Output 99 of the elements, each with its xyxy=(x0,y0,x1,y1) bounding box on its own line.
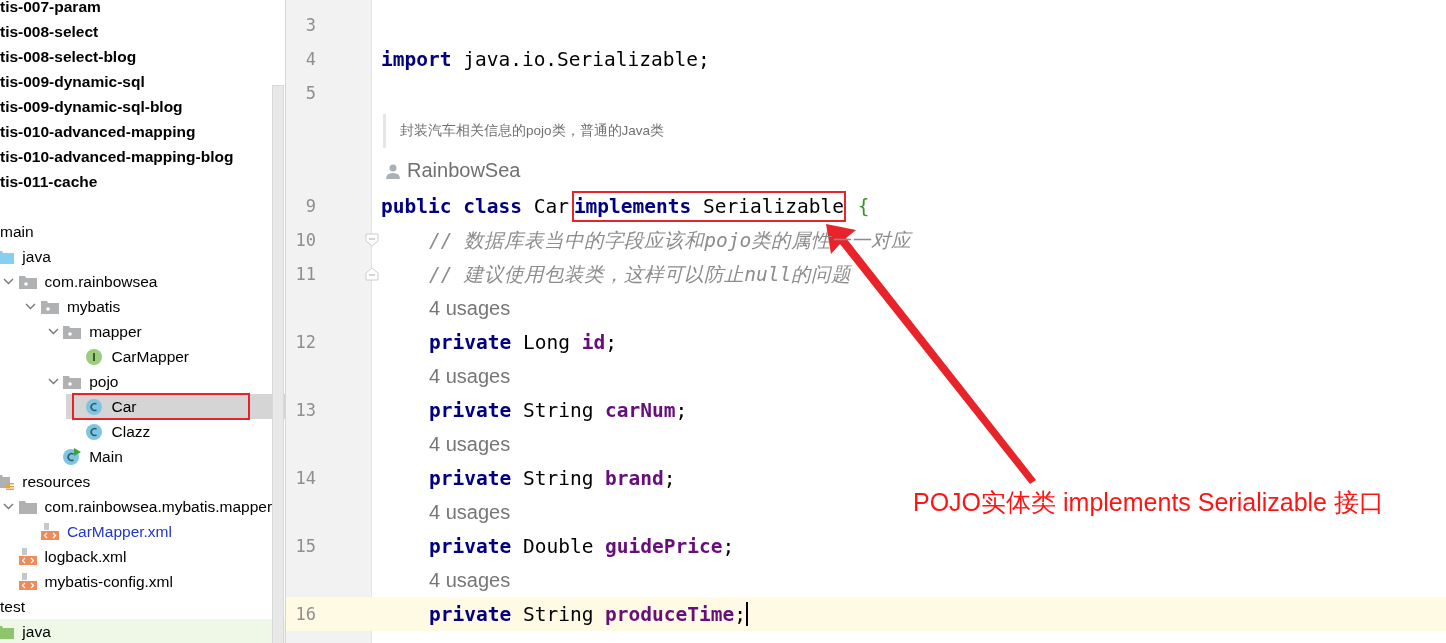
code-text: String xyxy=(521,466,595,490)
folder-icon xyxy=(0,249,15,264)
interface-icon xyxy=(85,348,102,365)
tree-item[interactable]: mybatis xyxy=(20,294,285,319)
folder-icon xyxy=(63,374,82,389)
project-item[interactable]: tis-009-dynamic-sql-blog xyxy=(0,94,183,119)
project-item[interactable]: tis-010-advanced-mapping xyxy=(0,119,196,144)
keyword: private xyxy=(429,330,512,354)
person-icon xyxy=(385,162,401,179)
code-text: ; xyxy=(663,466,676,490)
keyword: class xyxy=(462,194,522,218)
line-number: 10 xyxy=(294,230,316,250)
class-icon xyxy=(85,398,104,415)
keyword: private xyxy=(429,602,512,626)
code-text: String xyxy=(521,602,595,626)
class-icon xyxy=(63,448,82,465)
scrollbar[interactable] xyxy=(272,85,284,643)
code-comment: // 建议使用包装类，这样可以防止null的问题 xyxy=(429,261,852,288)
tree-item[interactable]: java xyxy=(0,619,285,643)
xml-file-icon xyxy=(18,573,37,590)
code-text: Car xyxy=(532,194,569,218)
code-text: ; xyxy=(722,534,735,558)
code-text: ; xyxy=(675,398,688,422)
xml-file-icon xyxy=(40,523,59,540)
code-text: ; xyxy=(734,602,746,626)
tree-item[interactable]: CarMapper xyxy=(65,344,285,369)
code-text: Double xyxy=(521,534,595,558)
keyword: import xyxy=(381,47,452,71)
line-number: 12 xyxy=(294,332,316,352)
author-name[interactable]: RainbowSea xyxy=(407,159,521,182)
code-text: java.io.Serializable; xyxy=(462,47,710,71)
folder-icon xyxy=(40,299,59,314)
usages-hint[interactable]: 4 usages xyxy=(429,432,511,456)
line-number: 16 xyxy=(294,604,316,624)
field-name: id xyxy=(581,330,606,354)
project-item[interactable]: tis-010-advanced-mapping-blog xyxy=(0,144,234,169)
chevron-icon[interactable] xyxy=(3,278,15,285)
line-number: 15 xyxy=(294,536,316,556)
field-name: guidePrice xyxy=(605,534,723,558)
code-text: ; xyxy=(605,330,617,354)
tree-item[interactable]: Car xyxy=(65,394,285,419)
usages-hint[interactable]: 4 usages xyxy=(429,364,511,388)
folder-icon xyxy=(18,274,37,289)
field-name: produceTime xyxy=(605,602,735,626)
line-number: 13 xyxy=(294,400,316,420)
code-text: String xyxy=(521,398,595,422)
tree-item[interactable]: logback.xml xyxy=(0,544,285,569)
tree-item[interactable]: java xyxy=(0,244,285,269)
project-item[interactable]: tis-007-param xyxy=(0,0,101,19)
fold-marker-icon[interactable] xyxy=(365,267,379,281)
chevron-icon[interactable] xyxy=(47,378,59,385)
usages-hint[interactable]: 4 usages xyxy=(429,500,511,524)
fold-marker-icon[interactable] xyxy=(365,233,379,247)
code-text: Long xyxy=(521,330,571,354)
project-item[interactable]: tis-008-select xyxy=(0,19,99,44)
chevron-icon[interactable] xyxy=(47,328,59,335)
line-number: 5 xyxy=(304,83,316,103)
text-cursor xyxy=(746,602,748,626)
keyword: private xyxy=(429,398,512,422)
tree-item[interactable]: Clazz xyxy=(65,419,285,444)
keyword: private xyxy=(429,466,512,490)
tree-item[interactable]: com.rainbowsea.mybatis.mapper xyxy=(0,494,285,519)
folder-icon xyxy=(63,324,82,339)
chevron-icon[interactable] xyxy=(25,303,37,310)
line-number: 14 xyxy=(294,468,316,488)
keyword: implements xyxy=(573,194,692,218)
folder-icon xyxy=(0,473,15,490)
brace: { xyxy=(856,194,870,218)
usages-hint[interactable]: 4 usages xyxy=(429,296,511,320)
tree-item[interactable]: mapper xyxy=(43,319,285,344)
line-number: 4 xyxy=(304,49,316,69)
line-number: 9 xyxy=(304,196,316,216)
project-item[interactable]: tis-008-select-blog xyxy=(0,44,137,69)
line-number: 11 xyxy=(294,264,316,284)
tree-item[interactable]: Main xyxy=(43,444,285,469)
tree-item[interactable]: com.rainbowsea xyxy=(0,269,285,294)
usages-hint[interactable]: 4 usages xyxy=(429,568,511,592)
tree-item[interactable]: main xyxy=(0,219,285,244)
tree-item[interactable]: mybatis-config.xml xyxy=(0,569,285,594)
xml-file-icon xyxy=(18,548,37,565)
tree-item[interactable]: CarMapper.xml xyxy=(20,519,285,544)
tree-item[interactable]: resources xyxy=(0,469,285,494)
project-item[interactable]: tis-011-cache xyxy=(0,169,98,194)
field-name: carNum xyxy=(605,398,676,422)
project-item[interactable]: tis-009-dynamic-sql xyxy=(0,69,145,94)
field-name: brand xyxy=(605,466,664,490)
folder-icon xyxy=(18,499,37,514)
tree-item[interactable]: pojo xyxy=(43,369,285,394)
keyword: public xyxy=(381,194,452,218)
doc-comment: 封装汽车相关信息的pojo类，普通的Java类 xyxy=(383,114,665,148)
class-icon xyxy=(85,423,104,440)
chevron-icon[interactable] xyxy=(3,503,15,510)
annotation-text: POJO实体类 implements Serializable 接口 xyxy=(913,487,1384,518)
keyword: private xyxy=(429,534,512,558)
line-number: 3 xyxy=(304,15,316,35)
folder-icon xyxy=(0,624,15,639)
code-text: Serializable xyxy=(702,194,844,218)
tree-item[interactable]: test xyxy=(0,594,285,619)
code-editor[interactable] xyxy=(286,0,1446,643)
